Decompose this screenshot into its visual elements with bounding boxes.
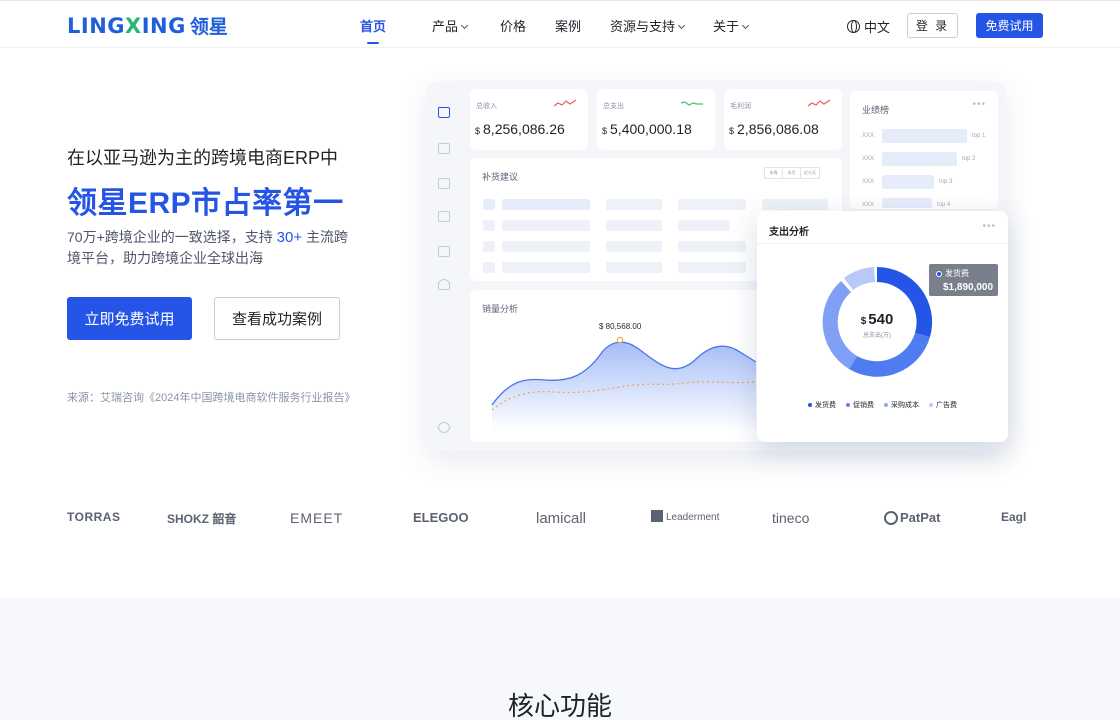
hero-title: 领星ERP市占率第一: [67, 187, 344, 220]
top-navbar: LINGXING 领星 首页 产品 价格 案例 资源与支持 关于 中文 登 录 …: [0, 0, 1120, 48]
home-icon: [438, 107, 450, 118]
chevron-down-icon: [677, 21, 686, 30]
kpi-card-profit: 毛利润 $2,856,086.08: [724, 89, 842, 150]
brand-logo-leaderment: Leaderment: [651, 510, 719, 523]
brand-logo-lamicall: lamicall: [536, 510, 587, 527]
free-trial-button[interactable]: 免费试用: [976, 13, 1043, 38]
trend-sparkline-icon: [681, 101, 703, 106]
globe-icon: [847, 20, 860, 33]
language-switcher[interactable]: 中文: [847, 17, 890, 36]
box-icon: [438, 143, 450, 154]
donut-center-total: $540 总支出(万): [860, 311, 894, 339]
brand-logo-tineco: tineco: [772, 510, 810, 526]
more-icon[interactable]: •••: [972, 99, 986, 110]
brand-logo-eagle: Eagl: [1001, 510, 1027, 524]
expense-analysis-card: 支出分析 ••• 发货费 $1,890,000 $540 总支出(万) 发货费 …: [757, 211, 1008, 442]
brand-logo-elegoo: ELEGOO: [413, 510, 469, 525]
trend-sparkline-icon: [554, 99, 576, 107]
kpi-card-revenue: 总收入 $8,256,086.26: [470, 89, 588, 150]
legend-item: 促销费: [846, 400, 874, 410]
truck-icon: [438, 211, 450, 222]
leaderment-mark-icon: [651, 510, 663, 522]
headset-icon: [438, 279, 450, 290]
cart-icon: [438, 178, 450, 189]
view-cases-button[interactable]: 查看成功案例: [214, 297, 340, 340]
section-title: 核心功能: [507, 691, 612, 720]
legend-dot-icon: [936, 270, 942, 277]
donut-tooltip: 发货费 $1,890,000: [929, 264, 998, 296]
dashboard-sidebar: [426, 81, 462, 451]
hero-subtitle: 在以亚马逊为主的跨境电商ERP中: [67, 148, 339, 168]
legend-item: 采购成本: [884, 400, 919, 410]
settings-icon: [438, 422, 450, 433]
trend-sparkline-icon: [808, 99, 830, 107]
chevron-down-icon: [460, 21, 469, 30]
login-button[interactable]: 登 录: [907, 13, 958, 38]
start-free-trial-button[interactable]: 立即免费试用: [67, 297, 192, 340]
patpat-mark-icon: [884, 511, 898, 525]
nav-pricing[interactable]: 价格: [500, 16, 526, 35]
hero-description: 70万+跨境企业的一致选择，支持 30+ 主流跨境平台，助力跨境企业全球出海: [67, 229, 348, 266]
platform-count: 30+: [276, 229, 303, 246]
nav-home[interactable]: 首页: [360, 16, 386, 35]
kpi-card-expense: 总支出 $5,400,000.18: [597, 89, 715, 150]
logo-wordmark: LINGXING: [67, 14, 186, 38]
brand-logo-shokz: SHOKZ 韶音: [167, 512, 237, 526]
legend-item: 发货费: [808, 400, 836, 410]
data-source-note: 来源：艾瑞咨询《2024年中国跨境电商软件服务行业报告》: [67, 392, 356, 404]
brand-logo-patpat: PatPat: [884, 510, 940, 525]
chevron-down-icon: [741, 21, 750, 30]
warehouse-icon: [438, 246, 450, 257]
donut-legend: 发货费 促销费 采购成本 广告费: [757, 400, 1008, 410]
nav-resources[interactable]: 资源与支持: [610, 16, 686, 35]
restock-period-tabs[interactable]: 本周 本月 近七天: [764, 167, 820, 179]
nav-about[interactable]: 关于: [713, 16, 750, 35]
nav-cases[interactable]: 案例: [555, 16, 581, 35]
ranking-panel: 业绩榜 ••• XXX top 1 XXX top 2 XXX top 3 XX…: [850, 91, 998, 209]
legend-item: 广告费: [929, 400, 957, 410]
nav-products[interactable]: 产品: [432, 16, 469, 35]
language-label: 中文: [864, 20, 891, 35]
lingxing-logo[interactable]: LINGXING 领星: [67, 12, 228, 39]
brand-logo-emeet: EMEET: [290, 510, 344, 526]
brand-logo-torras: TORRAS: [67, 510, 121, 524]
logo-chinese: 领星: [189, 16, 228, 38]
